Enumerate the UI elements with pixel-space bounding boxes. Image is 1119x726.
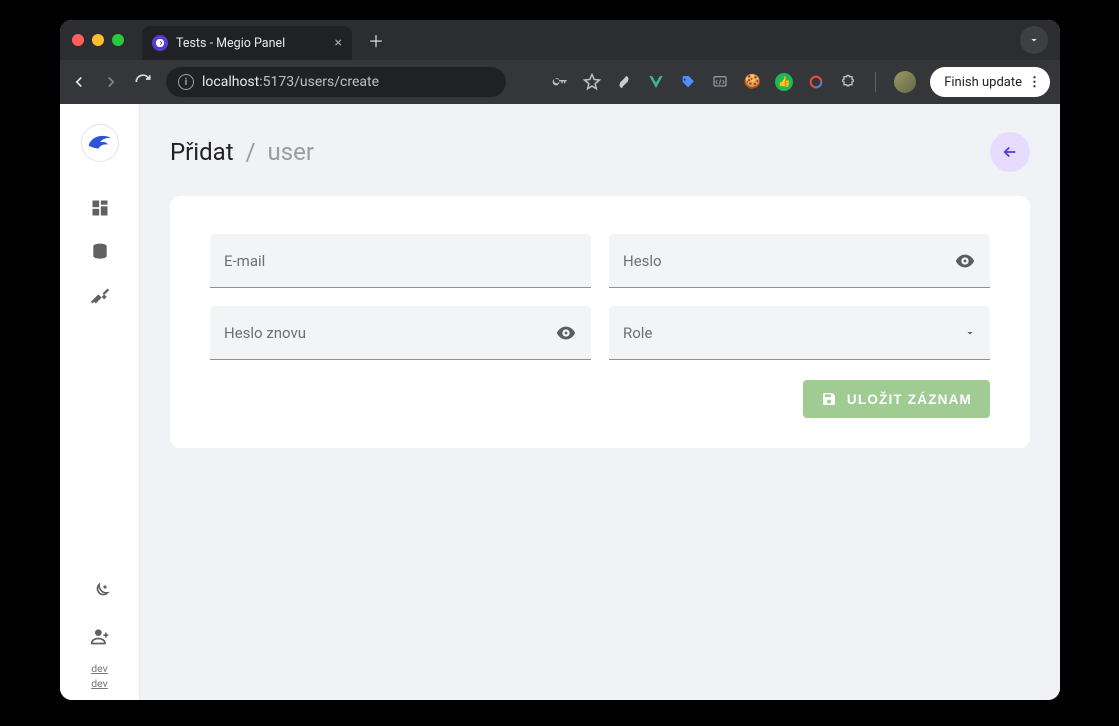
extension-thumbsup-icon[interactable]: 👍: [775, 73, 793, 91]
nav-forward-button[interactable]: [102, 73, 120, 91]
password-visibility-toggle[interactable]: [954, 250, 976, 272]
browser-window: Tests - Megio Panel × ＋ i localhost:5173…: [60, 20, 1060, 700]
email-field[interactable]: E-mail: [210, 234, 591, 288]
nav-back-button[interactable]: [70, 73, 88, 91]
site-info-icon[interactable]: i: [178, 74, 194, 90]
toolbar-divider: [875, 72, 876, 92]
tab-favicon: [152, 35, 168, 51]
browser-toolbar: i localhost:5173/users/create: [60, 60, 1060, 104]
password-key-icon[interactable]: [551, 73, 569, 91]
breadcrumb-entity: user: [267, 138, 313, 166]
tab-close-button[interactable]: ×: [335, 35, 342, 51]
password-again-label: Heslo znovu: [224, 324, 555, 342]
caret-down-icon: [964, 327, 976, 339]
role-select[interactable]: Role: [609, 306, 990, 360]
sidebar-footer-label-1[interactable]: dev: [91, 662, 108, 675]
window-close-button[interactable]: [72, 34, 84, 46]
window-minimize-button[interactable]: [92, 34, 104, 46]
new-tab-button[interactable]: ＋: [360, 28, 392, 52]
sidebar-nav-dashboard[interactable]: [80, 188, 120, 228]
role-dropdown-arrow: [964, 327, 976, 339]
sidebar-add-user[interactable]: [80, 616, 120, 656]
save-button-label: Uložit záznam: [847, 392, 972, 407]
kebab-icon: ⋮: [1028, 75, 1040, 90]
eye-icon: [555, 322, 577, 344]
sidebar-theme-toggle[interactable]: [80, 572, 120, 612]
tabs-overview-button[interactable]: [1020, 26, 1048, 54]
form-card: E-mail Heslo Heslo znovu: [170, 196, 1030, 448]
sidebar: dev dev: [60, 104, 140, 700]
sidebar-nav-database[interactable]: [80, 232, 120, 272]
form-actions: Uložit záznam: [210, 380, 990, 418]
window-controls: [72, 34, 124, 46]
breadcrumb-separator: /: [246, 138, 256, 166]
browser-tab[interactable]: Tests - Megio Panel ×: [142, 26, 352, 60]
eye-icon: [954, 250, 976, 272]
save-icon: [821, 391, 837, 407]
profile-avatar[interactable]: [894, 71, 916, 93]
finish-update-label: Finish update: [944, 75, 1022, 90]
arrow-left-icon: [1001, 143, 1019, 161]
breadcrumb-action: Přidat: [170, 138, 234, 166]
bookmark-star-icon[interactable]: [583, 73, 601, 91]
app-logo[interactable]: [81, 124, 119, 162]
extensions-puzzle-icon[interactable]: [839, 73, 857, 91]
role-label: Role: [623, 324, 964, 342]
extension-tag-icon[interactable]: [679, 73, 697, 91]
extension-cookie-icon[interactable]: 🍪: [743, 73, 761, 91]
window-maximize-button[interactable]: [112, 34, 124, 46]
nav-reload-button[interactable]: [134, 73, 152, 91]
url-text: localhost:5173/users/create: [202, 74, 379, 90]
tab-title: Tests - Megio Panel: [176, 36, 285, 51]
url-bar[interactable]: i localhost:5173/users/create: [166, 67, 506, 97]
main-content: Přidat / user E-mail Heslo: [140, 104, 1060, 700]
password-again-field[interactable]: Heslo znovu: [210, 306, 591, 360]
toolbar-actions: 🍪 👍 Finish update ⋮: [551, 67, 1050, 97]
browser-tab-strip: Tests - Megio Panel × ＋: [60, 20, 1060, 60]
breadcrumb: Přidat / user: [170, 138, 314, 166]
email-label: E-mail: [224, 252, 577, 270]
password-label: Heslo: [623, 252, 954, 270]
save-button[interactable]: Uložit záznam: [803, 380, 990, 418]
extension-devtools-icon[interactable]: [711, 73, 729, 91]
extension-circle-icon[interactable]: [807, 73, 825, 91]
form-grid: E-mail Heslo Heslo znovu: [210, 234, 990, 360]
page-header: Přidat / user: [170, 132, 1030, 172]
app-root: dev dev Přidat / user E-mail: [60, 104, 1060, 700]
extension-svelte-icon[interactable]: [615, 73, 633, 91]
sidebar-footer-label-2[interactable]: dev: [91, 677, 108, 690]
password-again-visibility-toggle[interactable]: [555, 322, 577, 344]
back-button[interactable]: [990, 132, 1030, 172]
sidebar-nav-tools[interactable]: [80, 276, 120, 316]
finish-update-button[interactable]: Finish update ⋮: [930, 67, 1050, 97]
extension-vue-icon[interactable]: [647, 73, 665, 91]
password-field[interactable]: Heslo: [609, 234, 990, 288]
